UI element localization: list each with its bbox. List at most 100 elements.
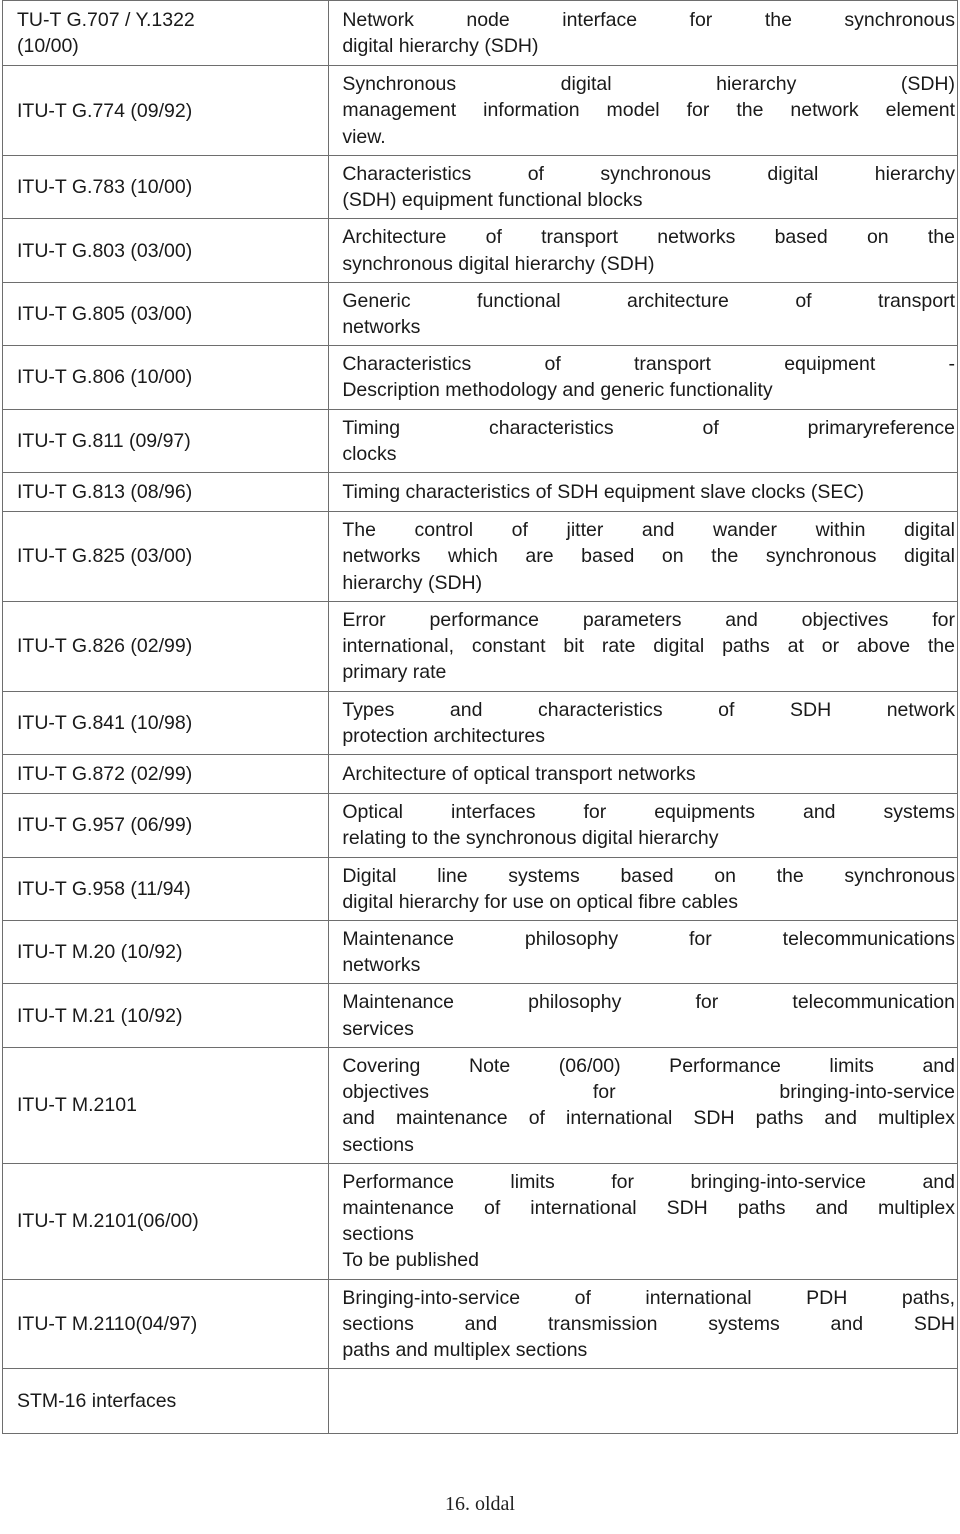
- desc-line: Generic functional architecture of trans…: [342, 289, 955, 312]
- recommendation-ref-cell: ITU-T M.20 (10/92): [1, 919, 330, 985]
- recommendation-desc-cell: Network node interface for the synchrono…: [328, 0, 958, 67]
- table-row: ITU-T G.826 (02/99) Error performance par…: [1, 600, 958, 692]
- recommendation-ref-cell: ITU-T G.957 (06/99): [1, 793, 330, 858]
- ref-line: ITU-T M.2101: [17, 1094, 137, 1117]
- recommendation-desc-cell: Generic functional architecture of trans…: [328, 281, 958, 347]
- desc-line: Description methodology and generic func…: [342, 379, 773, 402]
- recommendation-ref-cell: ITU-T G.841 (10/98): [1, 690, 330, 755]
- table-row: ITU-T G.957 (06/99) Optical interfaces fo…: [1, 793, 958, 858]
- recommendation-desc-cell: Architecture of transport networks based…: [328, 218, 958, 283]
- table-row: ITU-T M.2101 Covering Note (06/00) Perfor…: [1, 1046, 958, 1164]
- desc-line: paths and multiplex sections: [342, 1339, 588, 1362]
- recommendation-ref-text: TU-T G.707 / Y.1322 (10/00): [3, 1, 328, 65]
- table-row: ITU-T G.813 (08/96) Timing characteristic…: [1, 472, 958, 513]
- recommendation-desc-text: [329, 1369, 957, 1433]
- recommendation-ref-text: STM-16 interfaces: [3, 1382, 328, 1420]
- ref-line: ITU-T G.774 (09/92): [17, 99, 193, 122]
- ref-line: ITU-T M.2110(04/97): [17, 1312, 198, 1335]
- recommendation-ref-text: ITU-T M.2110(04/97): [3, 1305, 328, 1343]
- desc-line: digital hierarchy for use on optical fib…: [342, 890, 738, 913]
- recommendation-desc-cell: Optical interfaces for equipments and sy…: [328, 793, 958, 858]
- recommendation-ref-cell: ITU-T G.958 (11/94): [1, 856, 330, 921]
- desc-line: primary rate: [342, 661, 447, 684]
- desc-line: networks which are based on the synchron…: [342, 545, 955, 568]
- table-row: ITU-T G.806 (10/00) Characteristics of tr…: [1, 345, 958, 410]
- recommendation-desc-text: Optical interfaces for equipments and sy…: [329, 794, 957, 856]
- recommendation-desc-text: Architecture of optical transport networ…: [329, 756, 957, 792]
- recommendation-ref-text: ITU-T M.20 (10/92): [3, 933, 328, 971]
- recommendation-desc-text: Maintenance philosophy for telecommunica…: [329, 921, 957, 983]
- recommendation-ref-text: ITU-T M.2101(06/00): [3, 1202, 328, 1240]
- recommendation-desc-text: Architecture of transport networks based…: [329, 219, 957, 281]
- recommendation-ref-cell: ITU-T M.2101(06/00): [1, 1162, 330, 1280]
- desc-line: Network node interface for the synchrono…: [342, 8, 955, 31]
- table-row: TU-T G.707 / Y.1322 (10/00) Network node i…: [1, 0, 958, 67]
- desc-line: and maintenance of international SDH pat…: [342, 1107, 955, 1130]
- recommendation-ref-cell: ITU-T G.825 (03/00): [1, 511, 330, 602]
- recommendation-desc-cell: Digital line systems based on the synchr…: [328, 856, 958, 921]
- recommendation-ref-cell: ITU-T M.2110(04/97): [1, 1278, 330, 1370]
- recommendation-desc-cell: [328, 1368, 958, 1435]
- recommendation-desc-cell: Covering Note (06/00) Performance limits…: [328, 1046, 958, 1164]
- ref-line: STM-16 interfaces: [17, 1390, 177, 1413]
- recommendation-ref-text: ITU-T G.841 (10/98): [3, 704, 328, 742]
- table-row: ITU-T G.805 (03/00) Generic functional ar…: [1, 281, 958, 347]
- itu-recommendations-table: TU-T G.707 / Y.1322 (10/00) Network node i…: [1, 0, 958, 1435]
- recommendation-ref-text: ITU-T G.803 (03/00): [3, 232, 328, 270]
- recommendation-ref-cell: TU-T G.707 / Y.1322 (10/00): [1, 0, 330, 67]
- desc-line: relating to the synchronous digital hier…: [342, 827, 719, 850]
- recommendation-desc-cell: Types and characteristics of SDH network…: [328, 690, 958, 755]
- recommendation-ref-cell: ITU-T M.21 (10/92): [1, 983, 330, 1048]
- desc-line: management information model for the net…: [342, 99, 955, 122]
- desc-line: Timing characteristics of SDH equipment …: [342, 481, 864, 504]
- ref-line: ITU-T G.957 (06/99): [17, 814, 193, 837]
- recommendation-ref-cell: ITU-T G.806 (10/00): [1, 345, 330, 410]
- recommendation-ref-text: ITU-T G.826 (02/99): [3, 627, 328, 665]
- recommendation-desc-cell: Synchronous digital hierarchy (SDH) manag…: [328, 65, 958, 156]
- desc-line: networks: [342, 316, 421, 338]
- ref-line: ITU-T G.958 (11/94): [17, 877, 191, 900]
- recommendation-desc-text: Timing characteristics of primaryreferen…: [329, 410, 957, 472]
- recommendation-desc-text: Timing characteristics of SDH equipment …: [329, 474, 957, 510]
- desc-line: sections: [342, 1223, 414, 1246]
- recommendation-desc-text: Network node interface for the synchrono…: [329, 2, 957, 64]
- desc-line: Optical interfaces for equipments and sy…: [342, 801, 955, 824]
- table-row: ITU-T G.783 (10/00) Characteristics of sy…: [1, 154, 958, 220]
- ref-line: TU-T G.707 / Y.1322: [17, 9, 195, 31]
- recommendation-ref-text: ITU-T G.825 (03/00): [3, 537, 328, 575]
- desc-line: To be published: [342, 1249, 479, 1272]
- recommendation-desc-text: Synchronous digital hierarchy (SDH) manag…: [329, 66, 957, 155]
- ref-line: ITU-T M.21 (10/92): [17, 1004, 183, 1027]
- table-row: ITU-T G.811 (09/97) Timing characteristic…: [1, 408, 958, 474]
- recommendation-desc-cell: Error performance parameters and objecti…: [328, 600, 958, 692]
- recommendation-ref-text: ITU-T G.957 (06/99): [3, 806, 328, 844]
- ref-line: ITU-T G.826 (02/99): [17, 635, 193, 658]
- ref-line: ITU-T G.825 (03/00): [17, 545, 193, 568]
- desc-line: sections: [342, 1133, 414, 1156]
- recommendation-desc-text: Generic functional architecture of trans…: [329, 283, 957, 345]
- desc-line: Timing characteristics of primaryreferen…: [342, 416, 955, 439]
- recommendation-desc-text: Maintenance philosophy for telecommunica…: [329, 984, 957, 1046]
- recommendation-desc-text: Bringing-into-service of international P…: [329, 1280, 957, 1369]
- desc-line: protection architectures: [342, 724, 546, 747]
- recommendation-ref-cell: ITU-T G.826 (02/99): [1, 600, 330, 692]
- table-row: ITU-T G.825 (03/00) The control of jitter…: [1, 511, 958, 602]
- recommendation-ref-cell: ITU-T G.813 (08/96): [1, 472, 330, 513]
- recommendation-desc-text: Error performance parameters and objecti…: [329, 602, 957, 691]
- recommendation-desc-text: Performance limits for bringing-into-ser…: [329, 1164, 957, 1279]
- table-row: ITU-T G.872 (02/99) Architecture of optic…: [1, 753, 958, 795]
- recommendation-desc-cell: Architecture of optical transport networ…: [328, 753, 958, 795]
- desc-line: Synchronous digital hierarchy (SDH): [342, 73, 955, 96]
- recommendation-ref-cell: ITU-T G.805 (03/00): [1, 281, 330, 347]
- recommendation-desc-text: Characteristics of transport equipment -…: [329, 346, 957, 408]
- recommendation-desc-cell: The control of jitter and wander within …: [328, 511, 958, 602]
- recommendation-ref-text: ITU-T M.21 (10/92): [3, 997, 328, 1035]
- document-page: TU-T G.707 / Y.1322 (10/00) Network node i…: [0, 0, 960, 1534]
- ref-line: ITU-T M.20 (10/92): [17, 941, 183, 964]
- ref-line: ITU-T G.805 (03/00): [17, 302, 193, 325]
- table-row: ITU-T M.20 (10/92) Maintenance philosophy…: [1, 919, 958, 985]
- recommendation-ref-text: ITU-T G.872 (02/99): [3, 755, 328, 793]
- recommendation-desc-cell: Bringing-into-service of international P…: [328, 1278, 958, 1370]
- desc-line: Maintenance philosophy for telecommunica…: [342, 927, 955, 950]
- recommendation-ref-text: ITU-T M.2101: [3, 1086, 328, 1124]
